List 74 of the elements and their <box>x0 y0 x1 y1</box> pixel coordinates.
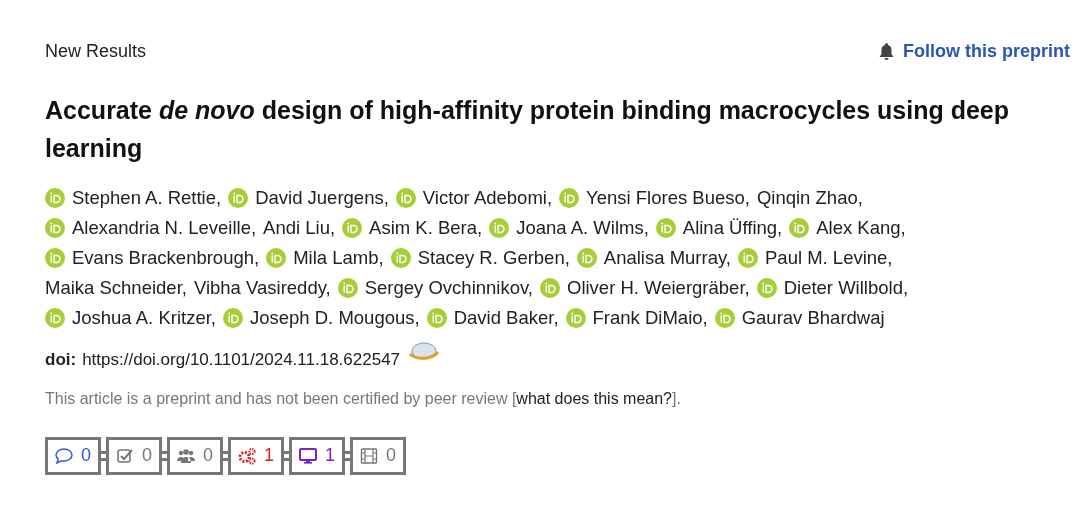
orcid-icon[interactable] <box>266 248 287 268</box>
connector-line <box>345 450 351 461</box>
orcid-icon[interactable] <box>342 218 363 238</box>
author-link[interactable]: Joshua A. Kritzer, <box>72 303 216 333</box>
author-link[interactable]: Mila Lamb, <box>293 243 384 273</box>
author-link[interactable]: Joana A. Wilms, <box>516 213 649 243</box>
orcid-icon[interactable] <box>45 188 65 208</box>
author-link[interactable]: Frank DiMaio, <box>592 303 708 333</box>
author-link[interactable]: David Baker, <box>453 303 559 333</box>
author-link[interactable]: Dieter Willbold, <box>783 273 909 303</box>
checkbox-icon <box>116 446 134 465</box>
article-title: Accurate de novo design of high-affinity protein binding macrocycles using deep learning <box>45 95 1011 164</box>
orcid-icon[interactable] <box>565 308 586 328</box>
author-link[interactable]: Yensi Flores Bueso, <box>586 183 750 213</box>
preprint-notice: This article is a preprint and has not been certified by peer review [what does this mean?]. <box>45 388 682 409</box>
bell-icon <box>878 42 895 61</box>
author-link[interactable]: Alex Kang, <box>816 213 906 243</box>
metric-button[interactable]: 0 <box>45 436 101 475</box>
orcid-icon[interactable] <box>540 278 560 298</box>
connector-line <box>284 450 290 461</box>
author-link[interactable]: Paul M. Levine, <box>765 243 893 273</box>
author-link[interactable]: Stephen A. Rettie, <box>72 183 222 213</box>
author-link[interactable]: Asim K. Bera, <box>369 213 483 243</box>
orcid-icon[interactable] <box>222 308 243 328</box>
doi-label: doi: <box>45 349 77 371</box>
author-link[interactable]: Vibha Vasireddy, <box>193 273 331 303</box>
metric-button[interactable]: 0 <box>350 436 407 475</box>
orcid-icon[interactable] <box>395 188 416 208</box>
orcid-icon[interactable] <box>789 218 810 238</box>
author-link[interactable]: David Juergens, <box>255 183 389 213</box>
metric-button[interactable]: 0 <box>167 436 224 475</box>
section-label: New Results <box>45 40 147 63</box>
monitor-icon <box>299 446 318 465</box>
orcid-icon[interactable] <box>228 188 249 208</box>
metric-button[interactable]: 1 <box>289 436 346 475</box>
connector-line <box>162 450 168 461</box>
author-link[interactable]: Victor Adebomi, <box>422 183 553 213</box>
gears-icon <box>238 446 257 465</box>
author-link[interactable]: Sergey Ovchinnikov, <box>364 273 533 303</box>
doi-link[interactable]: https://doi.org/10.1101/2024.11.18.622547 <box>82 347 401 373</box>
author-link[interactable]: Andi Liu, <box>263 213 336 243</box>
info-link[interactable]: what does this mean? <box>516 389 672 407</box>
connector-line <box>223 450 229 461</box>
follow-link[interactable]: Follow this preprint <box>878 38 1070 65</box>
orcid-icon[interactable] <box>576 248 597 268</box>
author-link[interactable]: Oliver H. Weiergräber, <box>567 273 750 303</box>
orcid-icon[interactable] <box>714 308 735 328</box>
orcid-icon[interactable] <box>337 278 358 298</box>
author-link[interactable]: Alina Üffing, <box>682 213 783 243</box>
orcid-icon[interactable] <box>489 218 510 238</box>
author-link[interactable]: Joseph D. Mougous, <box>249 303 420 333</box>
orcid-icon[interactable] <box>45 218 65 238</box>
author-link[interactable]: Stacey R. Gerben, <box>417 243 570 273</box>
orcid-icon[interactable] <box>390 248 411 268</box>
author-link[interactable]: Alexandria N. Leveille, <box>72 213 257 243</box>
author-link[interactable]: Gaurav Bhardwaj <box>741 303 885 333</box>
orcid-icon[interactable] <box>756 278 777 298</box>
author-link[interactable]: Evans Brackenbrough, <box>72 243 260 273</box>
orcid-icon[interactable] <box>426 308 447 328</box>
author-link[interactable]: Maika Schneider, <box>45 273 187 303</box>
film-strip-icon <box>360 446 379 465</box>
metric-button[interactable]: 0 <box>106 436 163 475</box>
author-link[interactable]: Qinqin Zhao, <box>756 183 863 213</box>
orcid-icon[interactable] <box>738 248 758 268</box>
author-link[interactable]: Analisa Murray, <box>603 243 731 273</box>
people-icon <box>177 446 196 465</box>
orcid-icon[interactable] <box>45 248 65 268</box>
orcid-icon[interactable] <box>655 218 676 238</box>
connector-line <box>101 450 106 461</box>
orcid-icon[interactable] <box>45 308 65 328</box>
orcid-icon[interactable] <box>559 188 580 208</box>
speech-bubble-icon <box>55 446 73 465</box>
metric-button[interactable]: 1 <box>228 436 285 475</box>
globe-icon <box>408 340 441 363</box>
